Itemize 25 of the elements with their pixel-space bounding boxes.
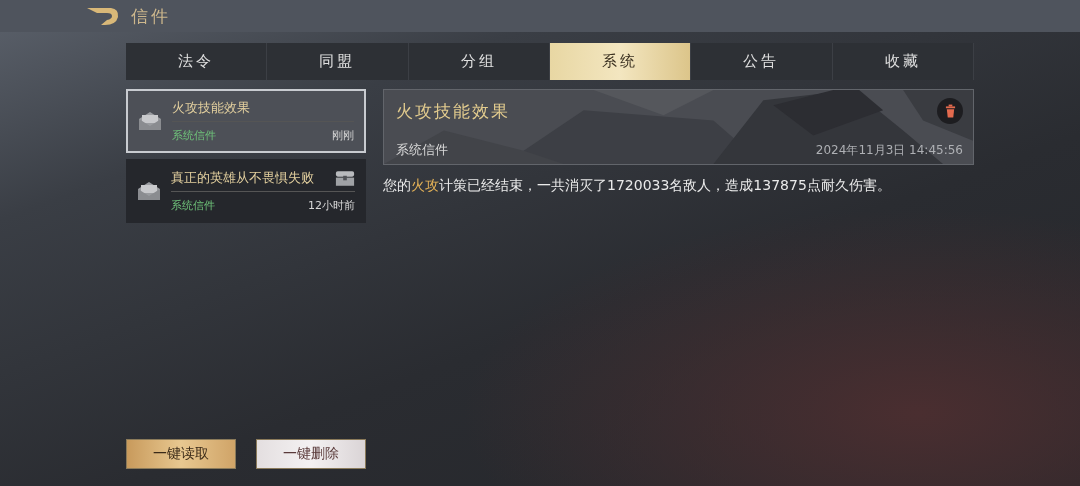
page-title: 信件	[131, 4, 171, 28]
tab[interactable]: 同盟	[267, 43, 409, 80]
read-all-button[interactable]: 一键读取	[126, 439, 236, 469]
envelope-icon	[138, 111, 162, 131]
tab[interactable]: 系统	[550, 43, 692, 80]
mail-title: 火攻技能效果	[172, 99, 250, 117]
tab[interactable]: 公告	[691, 43, 833, 80]
mail-item[interactable]: 真正的英雄从不畏惧失败 系统信件 12小时前	[126, 159, 366, 223]
mail-title: 火攻技能效果	[396, 99, 510, 123]
tab[interactable]: 法令	[126, 43, 268, 80]
mail-title: 真正的英雄从不畏惧失败	[171, 169, 314, 187]
delete-all-button[interactable]: 一键删除	[256, 439, 366, 469]
mail-time: 刚刚	[332, 128, 354, 143]
trash-icon	[944, 104, 956, 118]
mail-sender: 系统信件	[171, 198, 215, 213]
tab[interactable]: 收藏	[832, 43, 974, 80]
envelope-icon	[137, 181, 161, 201]
mail-item[interactable]: 火攻技能效果 系统信件 刚刚	[126, 89, 366, 153]
mail-message: 您的火攻计策已经结束，一共消灭了1720033名敌人，造成137875点耐久伤害。	[383, 177, 892, 195]
back-icon[interactable]	[85, 5, 121, 27]
mail-date: 2024年11月3日 14:45:56	[815, 142, 963, 159]
mail-time: 12小时前	[308, 198, 355, 213]
tab[interactable]: 分组	[408, 43, 550, 80]
mail-sender: 系统信件	[172, 128, 216, 143]
mail-sender: 系统信件	[396, 141, 448, 159]
